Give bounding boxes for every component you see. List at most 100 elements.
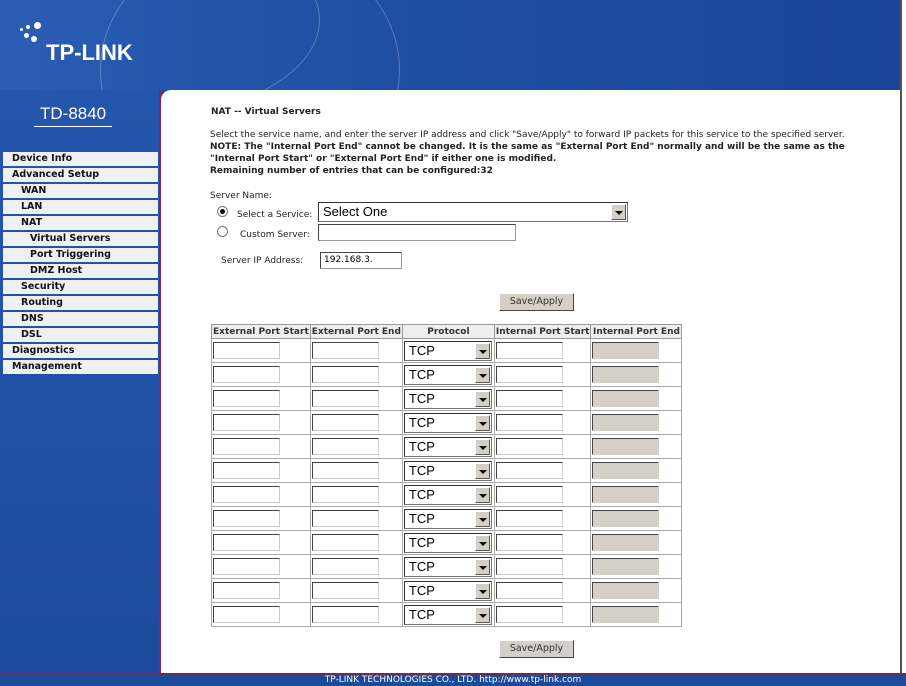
external-port-end-input[interactable] (311, 390, 379, 407)
internal-port-end-input (592, 510, 660, 527)
external-port-start-input[interactable] (213, 414, 280, 431)
table-cell (211, 482, 311, 507)
chevron-down-icon[interactable] (474, 582, 490, 599)
sidebar-item-device-info[interactable]: Device Info (3, 152, 158, 166)
sidebar-item-management[interactable]: Management (3, 360, 158, 374)
internal-port-start-input[interactable] (495, 534, 563, 551)
external-port-end-input[interactable] (311, 462, 379, 479)
chevron-down-icon[interactable] (474, 438, 490, 455)
sidebar-item-wan[interactable]: WAN (3, 184, 158, 198)
external-port-end-input[interactable] (311, 342, 379, 359)
internal-port-end-input (592, 558, 660, 575)
external-port-end-input[interactable] (311, 414, 379, 431)
model-name: TD-8840 (34, 104, 113, 127)
protocol-value: TCP (408, 438, 435, 454)
table-row: TCP (211, 338, 683, 363)
internal-port-start-input[interactable] (495, 606, 563, 623)
protocol-select[interactable]: TCP (403, 364, 492, 385)
chevron-down-icon[interactable] (474, 486, 490, 503)
sidebar-item-advanced-setup[interactable]: Advanced Setup (3, 168, 158, 182)
save-apply-button-bottom[interactable]: Save/Apply (499, 640, 574, 658)
custom-server-input[interactable] (318, 224, 516, 241)
sidebar-item-nat[interactable]: NAT (3, 216, 158, 230)
table-cell (309, 554, 403, 579)
external-port-end-input[interactable] (311, 558, 379, 575)
protocol-select[interactable]: TCP (403, 580, 492, 601)
sidebar-item-dsl[interactable]: DSL (3, 328, 158, 342)
protocol-select[interactable]: TCP (403, 508, 492, 529)
table-cell (211, 578, 311, 603)
protocol-select[interactable]: TCP (403, 412, 492, 433)
save-apply-button-top[interactable]: Save/Apply (499, 293, 574, 311)
sidebar-item-port-triggering[interactable]: Port Triggering (3, 248, 158, 262)
sidebar-item-dns[interactable]: DNS (3, 312, 158, 326)
table-cell: TCP (401, 602, 495, 627)
external-port-end-input[interactable] (311, 582, 379, 599)
sidebar-item-routing[interactable]: Routing (3, 296, 158, 310)
internal-port-start-input[interactable] (495, 510, 563, 527)
sidebar-item-lan[interactable]: LAN (3, 200, 158, 214)
chevron-down-icon[interactable] (474, 366, 490, 383)
sidebar-item-security[interactable]: Security (3, 280, 158, 294)
external-port-end-input[interactable] (311, 510, 379, 527)
internal-port-start-input[interactable] (495, 390, 563, 407)
external-port-start-input[interactable] (213, 366, 280, 383)
table-cell (309, 506, 403, 531)
protocol-select[interactable]: TCP (403, 532, 492, 553)
external-port-start-input[interactable] (213, 438, 280, 455)
table-row: TCP (211, 386, 683, 411)
table-cell (211, 362, 311, 387)
custom-server-radio[interactable] (217, 226, 228, 237)
internal-port-start-input[interactable] (495, 438, 563, 455)
protocol-select[interactable]: TCP (403, 556, 492, 577)
sidebar-item-dmz-host[interactable]: DMZ Host (3, 264, 158, 278)
external-port-start-input[interactable] (213, 534, 280, 551)
external-port-start-input[interactable] (213, 486, 280, 503)
external-port-end-input[interactable] (311, 486, 379, 503)
external-port-end-input[interactable] (311, 366, 379, 383)
internal-port-start-input[interactable] (495, 414, 563, 431)
external-port-end-input[interactable] (311, 534, 379, 551)
protocol-select[interactable]: TCP (403, 388, 492, 409)
service-select[interactable]: Select One (318, 202, 628, 222)
external-port-start-input[interactable] (213, 558, 280, 575)
internal-port-start-input[interactable] (495, 558, 563, 575)
chevron-down-icon[interactable] (474, 558, 490, 575)
chevron-down-icon[interactable] (474, 414, 490, 431)
port-mapping-table: External Port Start External Port End Prot… (211, 324, 683, 627)
protocol-select[interactable]: TCP (403, 484, 492, 505)
chevron-down-icon[interactable] (474, 534, 490, 551)
chevron-down-icon[interactable] (611, 204, 626, 220)
internal-port-start-input[interactable] (495, 582, 563, 599)
chevron-down-icon[interactable] (474, 510, 490, 527)
chevron-down-icon[interactable] (474, 606, 490, 623)
server-ip-input[interactable]: 192.168.3. (320, 252, 402, 269)
sidebar-item-diagnostics[interactable]: Diagnostics (3, 344, 158, 358)
internal-port-start-input[interactable] (495, 366, 563, 383)
internal-port-start-input[interactable] (495, 462, 563, 479)
protocol-select[interactable]: TCP (403, 460, 492, 481)
external-port-start-input[interactable] (213, 582, 280, 599)
external-port-end-input[interactable] (311, 606, 379, 623)
table-cell (590, 578, 683, 603)
chevron-down-icon[interactable] (474, 342, 490, 359)
table-cell (309, 458, 403, 483)
protocol-select[interactable]: TCP (403, 340, 492, 361)
external-port-end-input[interactable] (311, 438, 379, 455)
chevron-down-icon[interactable] (474, 390, 490, 407)
external-port-start-input[interactable] (213, 606, 280, 623)
footer: TP-LINK TECHNOLOGIES CO., LTD. http://ww… (0, 673, 906, 686)
chevron-down-icon[interactable] (474, 462, 490, 479)
sidebar-item-virtual-servers[interactable]: Virtual Servers (3, 232, 158, 246)
external-port-start-input[interactable] (213, 462, 280, 479)
table-cell: TCP (401, 506, 495, 531)
protocol-select[interactable]: TCP (403, 604, 492, 625)
protocol-select[interactable]: TCP (403, 436, 492, 457)
internal-port-start-input[interactable] (495, 342, 563, 359)
internal-port-start-input[interactable] (495, 486, 563, 503)
external-port-start-input[interactable] (213, 510, 280, 527)
external-port-start-input[interactable] (213, 390, 280, 407)
external-port-start-input[interactable] (213, 342, 280, 359)
table-cell (493, 458, 592, 483)
select-service-radio[interactable] (217, 206, 228, 217)
